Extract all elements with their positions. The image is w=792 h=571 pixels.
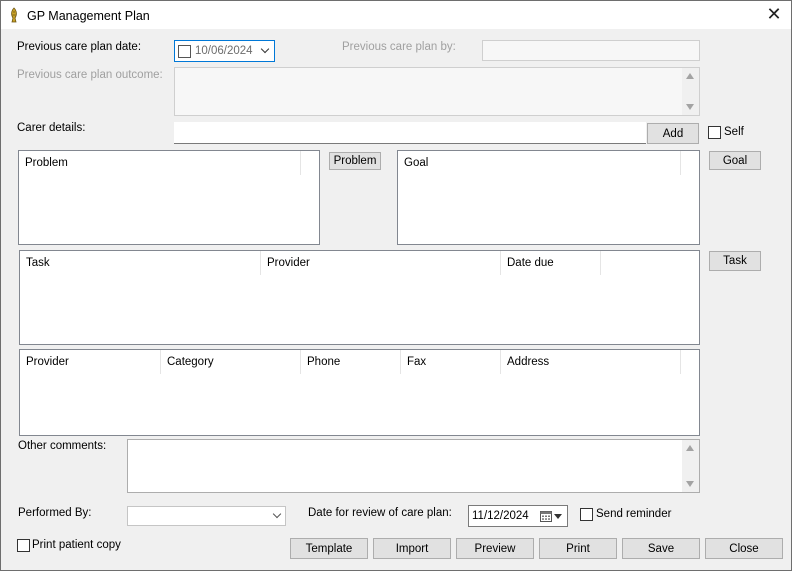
self-checkbox[interactable] bbox=[708, 126, 721, 139]
close-icon[interactable]: ✕ bbox=[763, 4, 785, 26]
task-list[interactable]: Task Provider Date due bbox=[19, 250, 700, 345]
save-button[interactable]: Save bbox=[622, 538, 700, 559]
problem-button[interactable]: Problem bbox=[329, 152, 381, 170]
review-date-value: 11/12/2024 bbox=[472, 510, 529, 522]
goal-list[interactable]: Goal bbox=[397, 150, 700, 245]
scroll-up-icon[interactable] bbox=[686, 73, 694, 79]
chevron-down-icon[interactable] bbox=[554, 514, 562, 519]
self-label: Self bbox=[724, 126, 744, 138]
review-date-picker[interactable]: 11/12/2024 bbox=[468, 505, 568, 527]
provider-list-header: Provider Category Phone Fax Address bbox=[20, 350, 699, 374]
comments-scrollbar[interactable] bbox=[682, 440, 699, 492]
app-logo-icon bbox=[11, 7, 17, 23]
column-header-fax[interactable]: Fax bbox=[401, 350, 501, 374]
column-header-phone[interactable]: Phone bbox=[301, 350, 401, 374]
window-title: GP Management Plan bbox=[27, 9, 150, 23]
review-date-label: Date for review of care plan: bbox=[308, 507, 452, 519]
scroll-down-icon[interactable] bbox=[686, 481, 694, 487]
import-button[interactable]: Import bbox=[373, 538, 451, 559]
column-header-address[interactable]: Address bbox=[501, 350, 681, 374]
send-reminder-label: Send reminder bbox=[596, 508, 672, 520]
previous-care-plan-date-picker[interactable]: 10/06/2024 bbox=[174, 40, 275, 62]
title-bar: GP Management Plan ✕ bbox=[1, 1, 791, 29]
calendar-icon[interactable] bbox=[540, 510, 552, 522]
print-button[interactable]: Print bbox=[539, 538, 617, 559]
previous-care-plan-date-value: 10/06/2024 bbox=[195, 45, 253, 57]
goal-button[interactable]: Goal bbox=[709, 151, 761, 170]
form-body: Previous care plan date: 10/06/2024 Prev… bbox=[1, 29, 791, 570]
other-comments-label: Other comments: bbox=[18, 440, 107, 452]
column-header-category[interactable]: Category bbox=[161, 350, 301, 374]
goal-list-header: Goal bbox=[398, 151, 699, 175]
print-patient-copy-checkbox[interactable] bbox=[17, 539, 30, 552]
scroll-down-icon[interactable] bbox=[686, 104, 694, 110]
print-patient-copy-label: Print patient copy bbox=[32, 539, 121, 551]
performed-by-select[interactable] bbox=[127, 506, 286, 526]
template-button[interactable]: Template bbox=[290, 538, 368, 559]
scroll-up-icon[interactable] bbox=[686, 445, 694, 451]
column-header-date-due[interactable]: Date due bbox=[501, 251, 601, 275]
column-header-provider[interactable]: Provider bbox=[261, 251, 501, 275]
carer-details-label: Carer details: bbox=[17, 122, 86, 134]
performed-by-label: Performed By: bbox=[18, 507, 92, 519]
gp-management-plan-window: GP Management Plan ✕ Previous care plan … bbox=[0, 0, 792, 571]
provider-list[interactable]: Provider Category Phone Fax Address bbox=[19, 349, 700, 436]
previous-care-plan-outcome-field[interactable] bbox=[174, 67, 700, 116]
task-list-header: Task Provider Date due bbox=[20, 251, 699, 275]
chevron-down-icon[interactable] bbox=[272, 509, 282, 519]
add-carer-button[interactable]: Add bbox=[647, 123, 699, 144]
previous-care-plan-outcome-label: Previous care plan outcome: bbox=[17, 69, 163, 81]
preview-button[interactable]: Preview bbox=[456, 538, 534, 559]
send-reminder-checkbox[interactable] bbox=[580, 508, 593, 521]
chevron-down-icon[interactable] bbox=[260, 44, 270, 54]
carer-details-field[interactable] bbox=[174, 122, 646, 144]
close-button[interactable]: Close bbox=[705, 538, 783, 559]
previous-care-plan-by-label: Previous care plan by: bbox=[342, 41, 456, 53]
task-button[interactable]: Task bbox=[709, 251, 761, 271]
column-header-goal[interactable]: Goal bbox=[398, 151, 681, 175]
previous-care-plan-by-field[interactable] bbox=[482, 40, 700, 61]
column-header-problem[interactable]: Problem bbox=[19, 151, 301, 175]
other-comments-field[interactable] bbox=[127, 439, 700, 493]
problem-list[interactable]: Problem bbox=[18, 150, 320, 245]
outcome-scrollbar[interactable] bbox=[682, 68, 699, 115]
problem-list-header: Problem bbox=[19, 151, 319, 175]
column-header-task[interactable]: Task bbox=[20, 251, 261, 275]
previous-care-plan-date-label: Previous care plan date: bbox=[17, 41, 142, 53]
column-header-provider[interactable]: Provider bbox=[20, 350, 161, 374]
previous-date-enable-checkbox[interactable] bbox=[178, 45, 191, 58]
